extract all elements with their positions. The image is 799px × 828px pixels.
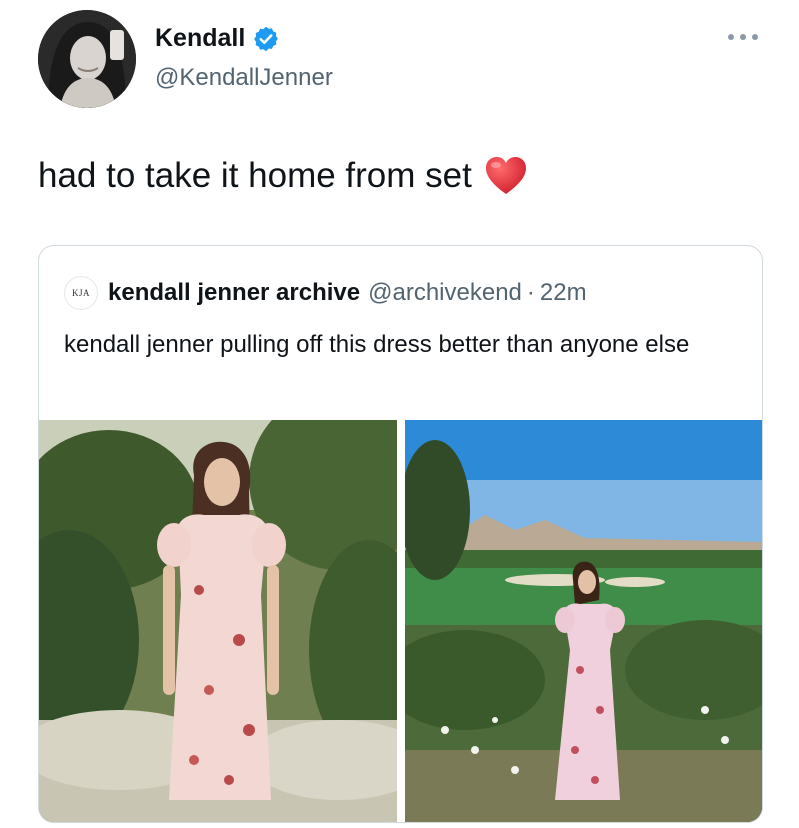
quoted-display-name[interactable]: kendall jenner archive [108,279,360,307]
quoted-text: kendall jenner pulling off this dress be… [64,331,690,358]
quoted-header: KJA kendall jenner archive @archivekend … [64,276,587,310]
quoted-separator: · [526,279,535,306]
author-display-name[interactable]: Kendall [155,24,245,53]
more-options-icon[interactable] [728,30,758,44]
quoted-tweet[interactable]: KJA kendall jenner archive @archivekend … [38,245,763,823]
tweet-body: had to take it home from set [38,156,472,195]
quoted-avatar[interactable]: KJA [64,276,98,310]
quoted-timestamp[interactable]: 22m [540,279,587,307]
verified-badge-icon [252,25,280,53]
tweet-text: had to take it home from set [38,156,528,196]
author-name-row: Kendall [155,24,280,53]
red-heart-icon [484,156,528,196]
author-avatar[interactable] [38,10,136,108]
quoted-handle[interactable]: @archivekend [368,279,522,307]
tweet: Kendall @KendallJenner had to take it ho… [0,0,799,828]
garden-photo[interactable] [39,420,397,822]
author-handle[interactable]: @KendallJenner [155,64,333,92]
golf-course-photo[interactable] [405,420,762,822]
